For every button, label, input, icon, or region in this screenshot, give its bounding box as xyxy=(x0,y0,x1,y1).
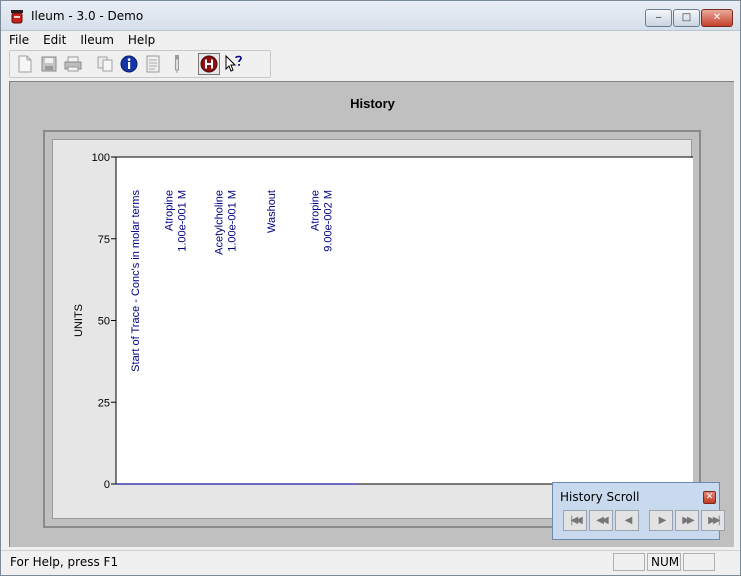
history-chart: 100 75 50 25 0 UNITS Start of Trace - Conc's i… xyxy=(73,152,693,491)
print-button[interactable] xyxy=(62,53,84,75)
chart-frame: 100 75 50 25 0 UNITS Start of Trace - Conc's i… xyxy=(43,130,701,528)
status-bar: For Help, press F1 NUM xyxy=(1,550,740,575)
toolbar xyxy=(9,50,271,78)
y-axis-label: UNITS xyxy=(73,304,85,337)
history-title: History xyxy=(350,96,395,111)
print-icon xyxy=(64,56,82,72)
save-icon xyxy=(41,56,57,72)
scroll-step-back-button[interactable]: ◀ xyxy=(615,510,639,531)
trace-annotation: 1.00e-001 M xyxy=(227,190,239,252)
scroll-first-button[interactable]: |◀◀ xyxy=(563,510,587,531)
trace-annotation: 1.00e-001 M xyxy=(177,190,189,252)
status-panel-caps xyxy=(613,553,645,571)
history-scroll-title: History Scroll xyxy=(560,490,640,504)
last-icon: ▶▶| xyxy=(708,515,721,526)
maximize-button[interactable]: □ xyxy=(673,9,700,27)
y-tick-label: 50 xyxy=(98,316,110,328)
history-scroll-close-button[interactable]: ✕ xyxy=(703,491,716,504)
minimize-button[interactable]: ‒ xyxy=(645,9,672,27)
history-button[interactable] xyxy=(198,53,220,75)
title-bar[interactable]: Ileum - 3.0 - Demo ‒ □ ✕ xyxy=(1,1,740,31)
y-tick-label: 0 xyxy=(104,479,110,491)
menu-file[interactable]: File xyxy=(9,33,29,47)
step-back-icon: ◀ xyxy=(624,515,633,526)
copy-icon xyxy=(97,56,113,72)
trace-annotation: 9.00e-002 M xyxy=(323,190,335,252)
copy-button[interactable] xyxy=(94,53,116,75)
info-button[interactable] xyxy=(118,53,140,75)
window-title: Ileum - 3.0 - Demo xyxy=(31,9,144,23)
chart-panel: 100 75 50 25 0 UNITS Start of Trace - Conc's i… xyxy=(52,139,693,519)
step-forward-icon: ▶ xyxy=(658,515,667,526)
status-panel-scroll xyxy=(683,553,715,571)
close-icon: ✕ xyxy=(705,492,714,502)
menu-edit[interactable]: Edit xyxy=(43,33,66,47)
save-button[interactable] xyxy=(38,53,60,75)
trace-annotation: Acetylcholine xyxy=(214,190,226,255)
y-tick-label: 25 xyxy=(98,397,110,409)
status-panel-num: NUM xyxy=(647,553,681,571)
history-scroll-panel: History Scroll ✕ |◀◀ ◀◀ ◀ ▶ ▶▶ ▶▶| xyxy=(552,482,725,540)
history-icon xyxy=(200,55,218,73)
info-icon xyxy=(120,55,138,73)
first-icon: |◀◀ xyxy=(570,515,583,526)
notes-icon xyxy=(146,55,160,73)
history-scroll-controls: |◀◀ ◀◀ ◀ ▶ ▶▶ ▶▶| xyxy=(563,510,725,531)
scroll-last-button[interactable]: ▶▶| xyxy=(701,510,725,531)
new-button[interactable] xyxy=(14,53,36,75)
app-icon xyxy=(11,10,23,24)
document-area: History 100 75 50 25 0 UNITS Start of Trace - … xyxy=(9,81,734,547)
trace-annotation: Washout xyxy=(266,190,278,233)
y-tick-label: 100 xyxy=(92,152,110,164)
pipette-button[interactable] xyxy=(166,53,188,75)
trace-annotation: Atropine xyxy=(310,190,322,231)
notes-button[interactable] xyxy=(142,53,164,75)
scroll-rewind-button[interactable]: ◀◀ xyxy=(589,510,613,531)
close-button[interactable]: ✕ xyxy=(701,9,733,27)
help-pointer-icon xyxy=(225,54,242,72)
trace-annotation: Atropine xyxy=(164,190,176,231)
new-file-icon xyxy=(18,55,32,73)
menu-help[interactable]: Help xyxy=(128,33,155,47)
app-window: Ileum - 3.0 - Demo ‒ □ ✕ File Edit Ileum… xyxy=(0,0,741,576)
context-help-button[interactable] xyxy=(222,53,244,75)
scroll-fast-forward-button[interactable]: ▶▶ xyxy=(675,510,699,531)
fast-forward-icon: ▶▶ xyxy=(682,515,695,526)
close-icon: ✕ xyxy=(712,12,722,23)
plot-area xyxy=(115,156,693,485)
maximize-icon: □ xyxy=(681,12,692,23)
status-help-text: For Help, press F1 xyxy=(10,555,119,569)
menu-bar: File Edit Ileum Help xyxy=(1,31,740,49)
scroll-step-forward-button[interactable]: ▶ xyxy=(649,510,673,531)
pipette-icon xyxy=(175,55,179,73)
rewind-icon: ◀◀ xyxy=(596,515,609,526)
y-tick-label: 75 xyxy=(98,234,110,246)
trace-annotation: Start of Trace - Conc's in molar terms xyxy=(130,190,142,372)
minimize-icon: ‒ xyxy=(655,12,662,23)
menu-ileum[interactable]: Ileum xyxy=(80,33,114,47)
scroll-gap xyxy=(641,510,647,531)
